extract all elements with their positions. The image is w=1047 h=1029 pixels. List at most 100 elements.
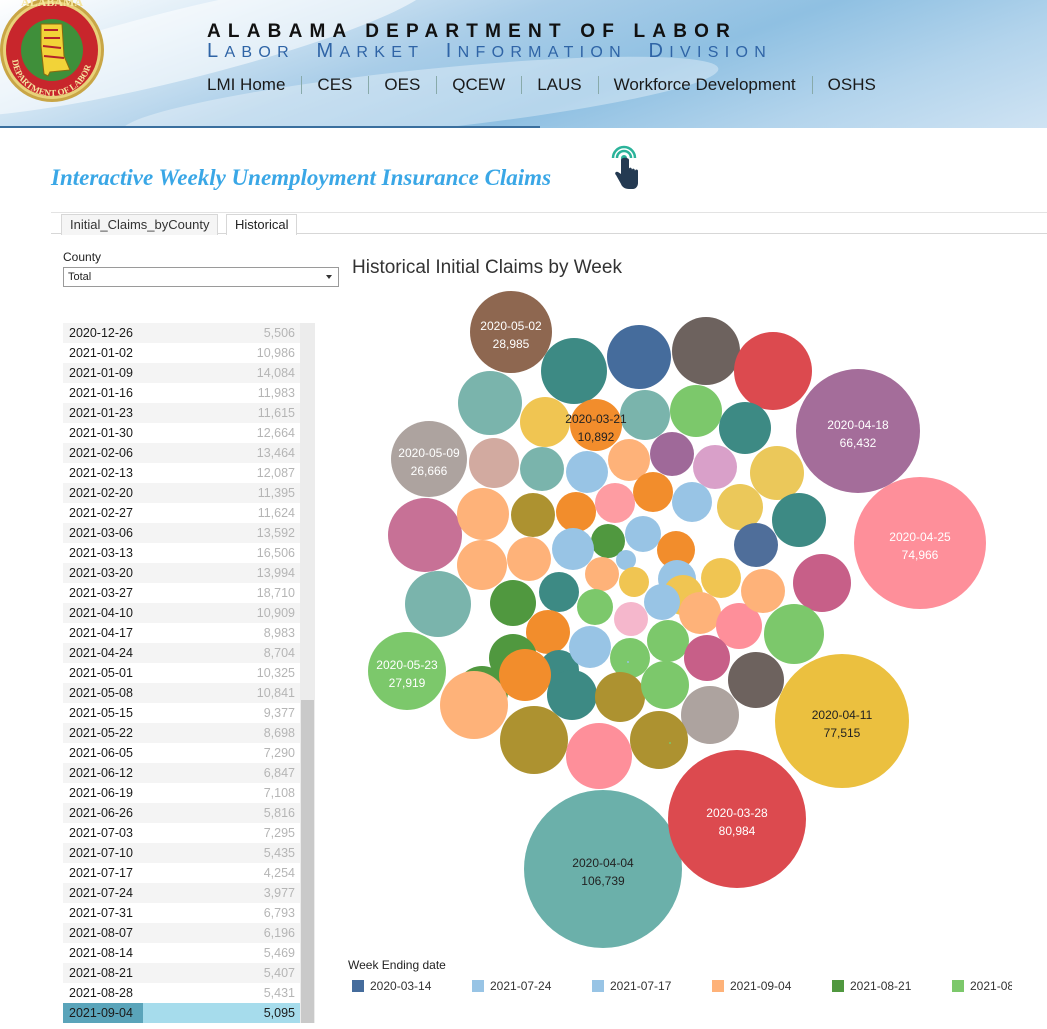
legend-item[interactable]: 2021-08-14 [952,979,1012,995]
week-list-row[interactable]: 2021-05-08 10,841 [63,683,300,703]
week-list-row[interactable]: 2021-07-17 4,254 [63,863,300,883]
week-bubble[interactable] [614,602,648,636]
chevron-down-icon[interactable] [326,275,332,279]
week-bubble[interactable] [595,672,645,722]
nav-link-workforce-development[interactable]: Workforce Development [614,75,796,95]
week-bubble[interactable] [764,604,824,664]
week-bubble[interactable] [541,338,607,404]
week-bubble[interactable] [693,445,737,489]
nav-link-lmi-home[interactable]: LMI Home [207,75,285,95]
week-list-row[interactable]: 2021-06-26 5,816 [63,803,300,823]
week-bubble[interactable] [457,540,507,590]
week-bubble[interactable] [734,332,812,410]
week-bubble[interactable] [469,438,519,488]
week-list-row[interactable]: 2021-06-05 7,290 [63,743,300,763]
week-list-row[interactable]: 2021-08-07 6,196 [63,923,300,943]
week-list-row[interactable]: 2021-02-20 11,395 [63,483,300,503]
week-bubble[interactable] [772,493,826,547]
week-list-row[interactable]: 2021-02-13 12,087 [63,463,300,483]
week-bubble[interactable] [679,592,721,634]
week-bubble[interactable] [793,554,851,612]
county-dropdown[interactable]: Total [63,267,339,287]
department-seal-logo[interactable]: ALABAMA DEPARTMENT OF LABOR [0,0,108,116]
week-bubble[interactable] [616,550,636,570]
week-bubble[interactable] [627,661,629,663]
week-bubble[interactable] [610,638,650,678]
week-list-row[interactable]: 2021-03-27 18,710 [63,583,300,603]
week-bubble[interactable] [607,325,671,389]
week-list-row[interactable]: 2021-08-14 5,469 [63,943,300,963]
week-bubble[interactable] [520,447,564,491]
week-list-row[interactable]: 2021-08-28 5,431 [63,983,300,1003]
week-list-row[interactable]: 2021-06-19 7,108 [63,783,300,803]
tab-initial-claims-by-county[interactable]: Initial_Claims_byCounty [61,214,219,235]
week-list-row[interactable]: 2021-03-20 13,994 [63,563,300,583]
week-bubble[interactable] [728,652,784,708]
week-bubble[interactable] [650,432,694,476]
nav-link-oshs[interactable]: OSHS [828,75,876,95]
week-list-row[interactable]: 2021-08-21 5,407 [63,963,300,983]
week-list-row[interactable]: 2021-02-06 13,464 [63,443,300,463]
week-bubble[interactable] [741,569,785,613]
week-bubble[interactable] [719,402,771,454]
week-list-row[interactable]: 2020-12-26 5,506 [63,323,300,343]
week-list-row[interactable]: 2021-09-04 5,095 [63,1003,300,1023]
week-list-row[interactable]: 2021-07-10 5,435 [63,843,300,863]
week-bubble[interactable] [507,537,551,581]
week-bubble[interactable] [405,571,471,637]
week-bubble[interactable] [500,706,568,774]
week-bubble[interactable] [520,397,570,447]
week-bubble[interactable] [490,580,536,626]
week-bubble[interactable] [566,451,608,493]
week-bubble[interactable] [569,626,611,668]
week-bubble[interactable] [625,516,661,552]
legend-item[interactable]: 2021-08-21 [832,979,911,995]
week-list-row[interactable]: 2021-01-30 12,664 [63,423,300,443]
week-bubble[interactable] [684,635,730,681]
tab-historical[interactable]: Historical [226,214,298,235]
week-bubble[interactable] [388,498,462,572]
week-bubble[interactable] [577,589,613,625]
week-list-row[interactable]: 2021-04-17 8,983 [63,623,300,643]
legend-item[interactable]: 2021-07-17 [592,979,671,995]
week-list-row[interactable]: 2021-03-06 13,592 [63,523,300,543]
week-bubble[interactable] [619,567,649,597]
week-list-row[interactable]: 2021-04-24 8,704 [63,643,300,663]
week-list-row[interactable]: 2021-07-03 7,295 [63,823,300,843]
legend-item[interactable]: 2020-03-14 [352,979,431,995]
week-bubble[interactable] [630,711,688,769]
legend-item[interactable]: 2021-07-24 [472,979,551,995]
week-bubble[interactable] [511,493,555,537]
legend-item[interactable]: 2021-09-04 [712,979,791,995]
week-bubble[interactable] [750,446,804,500]
nav-link-oes[interactable]: OES [384,75,420,95]
week-bubble[interactable] [701,558,741,598]
week-bubble[interactable] [681,686,739,744]
week-list-row[interactable]: 2021-01-09 14,084 [63,363,300,383]
week-list-row[interactable]: 2021-01-02 10,986 [63,343,300,363]
list-scrollbar-thumb[interactable] [301,700,314,1023]
week-list-row[interactable]: 2021-01-16 11,983 [63,383,300,403]
week-bubble[interactable] [440,671,508,739]
week-list-row[interactable]: 2021-02-27 11,624 [63,503,300,523]
week-bubble[interactable] [669,742,671,744]
week-bubble[interactable] [647,620,689,662]
week-list-row[interactable]: 2021-03-13 16,506 [63,543,300,563]
nav-link-ces[interactable]: CES [317,75,352,95]
week-bubble[interactable] [644,584,680,620]
week-bubble[interactable] [585,557,619,591]
week-list-row[interactable]: 2021-07-31 6,793 [63,903,300,923]
week-bubble[interactable] [547,670,597,720]
week-bubble[interactable] [458,371,522,435]
week-bubble[interactable] [633,472,673,512]
nav-link-laus[interactable]: LAUS [537,75,581,95]
week-bubble[interactable] [670,385,722,437]
week-list-row[interactable]: 2021-07-24 3,977 [63,883,300,903]
week-bubble[interactable] [672,317,740,385]
week-bubble[interactable] [552,528,594,570]
week-bubble[interactable] [672,482,712,522]
week-list-row[interactable]: 2021-06-12 6,847 [63,763,300,783]
nav-link-qcew[interactable]: QCEW [452,75,505,95]
week-list-row[interactable]: 2021-01-23 11,615 [63,403,300,423]
week-bubble[interactable] [457,488,509,540]
